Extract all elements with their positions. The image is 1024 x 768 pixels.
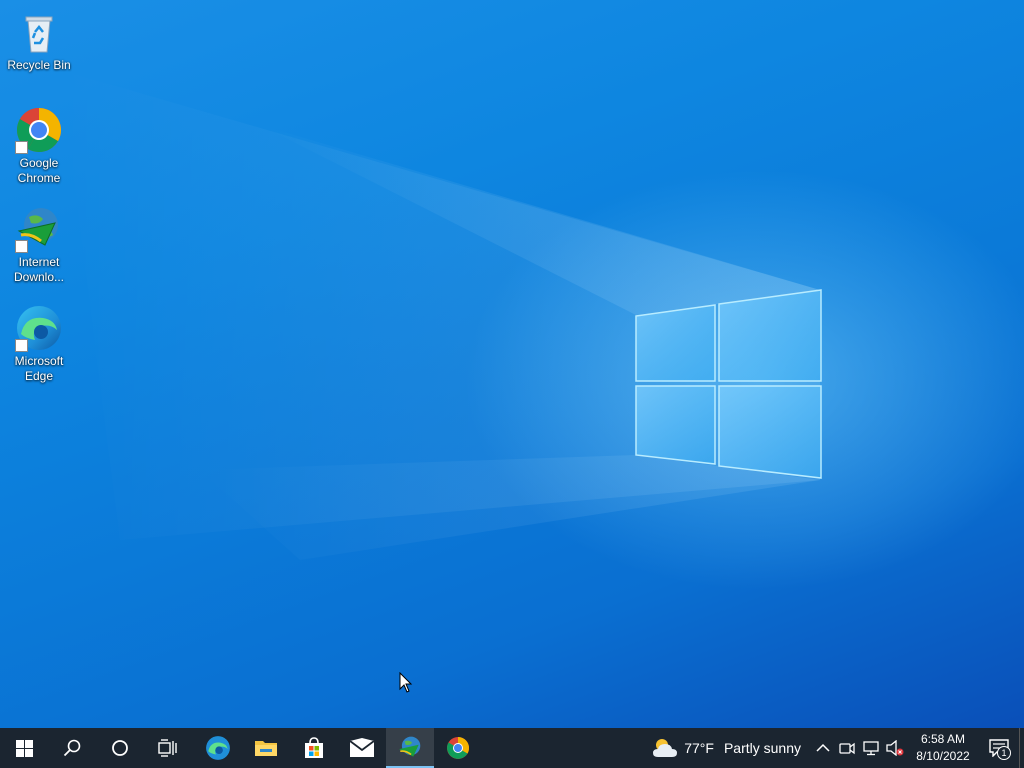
system-tray: 77°F Partly sunny 6:58 AM 8/10/2022 1 xyxy=(648,728,1024,768)
edge-icon xyxy=(206,736,230,760)
network-icon xyxy=(863,741,879,756)
show-hidden-icons-button[interactable] xyxy=(811,728,835,768)
wallpaper-windows-logo xyxy=(60,70,822,560)
notification-count-badge: 1 xyxy=(997,746,1011,760)
chevron-up-icon xyxy=(816,743,830,752)
chrome-icon xyxy=(447,737,469,759)
cortana-icon xyxy=(112,740,128,756)
store-icon xyxy=(305,737,323,758)
start-button[interactable] xyxy=(0,728,48,768)
meet-now-icon xyxy=(839,742,855,755)
task-view-icon xyxy=(158,739,177,757)
weather-condition: Partly sunny xyxy=(723,740,801,756)
volume-button[interactable] xyxy=(883,728,907,768)
network-button[interactable] xyxy=(859,728,883,768)
action-center-button[interactable]: 1 xyxy=(979,728,1019,768)
internet-download-manager-icon xyxy=(15,205,63,253)
desktop-icon-recycle-bin[interactable]: Recycle Bin xyxy=(4,8,74,73)
taskbar-edge[interactable] xyxy=(194,728,242,768)
show-desktop-button[interactable] xyxy=(1019,728,1024,768)
mouse-cursor-icon xyxy=(399,672,413,693)
search-button[interactable] xyxy=(48,728,96,768)
weather-temperature: 77°F xyxy=(684,740,714,756)
desktop-icon-microsoft-edge[interactable]: Microsoft Edge xyxy=(4,304,74,384)
cortana-button[interactable] xyxy=(96,728,144,768)
desktop-icon-label: Internet Downlo... xyxy=(13,255,65,284)
mail-icon xyxy=(349,738,375,757)
meet-now-button[interactable] xyxy=(835,728,859,768)
desktop[interactable]: Recycle Bin Google Chrome Internet Downl… xyxy=(0,0,1024,728)
shortcut-arrow-icon xyxy=(15,339,28,352)
taskbar-idm[interactable] xyxy=(386,728,434,768)
volume-muted-icon xyxy=(886,740,904,756)
desktop-icon-internet-download-manager[interactable]: Internet Downlo... xyxy=(4,205,74,285)
clock[interactable]: 6:58 AM 8/10/2022 xyxy=(907,731,979,765)
weather-widget[interactable]: 77°F Partly sunny xyxy=(648,728,811,768)
desktop-icon-label: Google Chrome xyxy=(17,156,61,185)
internet-download-manager-icon xyxy=(399,736,421,757)
chrome-icon xyxy=(15,106,63,154)
folder-icon xyxy=(255,741,277,756)
windows-logo-icon xyxy=(15,739,33,757)
desktop-icon-label: Recycle Bin xyxy=(7,58,71,72)
taskbar-mail[interactable] xyxy=(338,728,386,768)
desktop-icon-label: Microsoft Edge xyxy=(14,354,64,383)
taskbar-store[interactable] xyxy=(290,728,338,768)
shortcut-arrow-icon xyxy=(15,141,28,154)
search-icon xyxy=(63,739,81,757)
taskbar-file-explorer[interactable] xyxy=(242,728,290,768)
taskbar: 77°F Partly sunny 6:58 AM 8/10/2022 1 xyxy=(0,728,1024,768)
shortcut-arrow-icon xyxy=(15,240,28,253)
clock-time: 6:58 AM xyxy=(920,732,966,746)
clock-date: 8/10/2022 xyxy=(916,749,970,763)
recycle-bin-icon xyxy=(15,8,63,56)
partly-sunny-icon xyxy=(653,739,678,757)
edge-icon xyxy=(15,304,63,352)
task-view-button[interactable] xyxy=(144,728,192,768)
desktop-icon-google-chrome[interactable]: Google Chrome xyxy=(4,106,74,186)
taskbar-chrome[interactable] xyxy=(434,728,482,768)
